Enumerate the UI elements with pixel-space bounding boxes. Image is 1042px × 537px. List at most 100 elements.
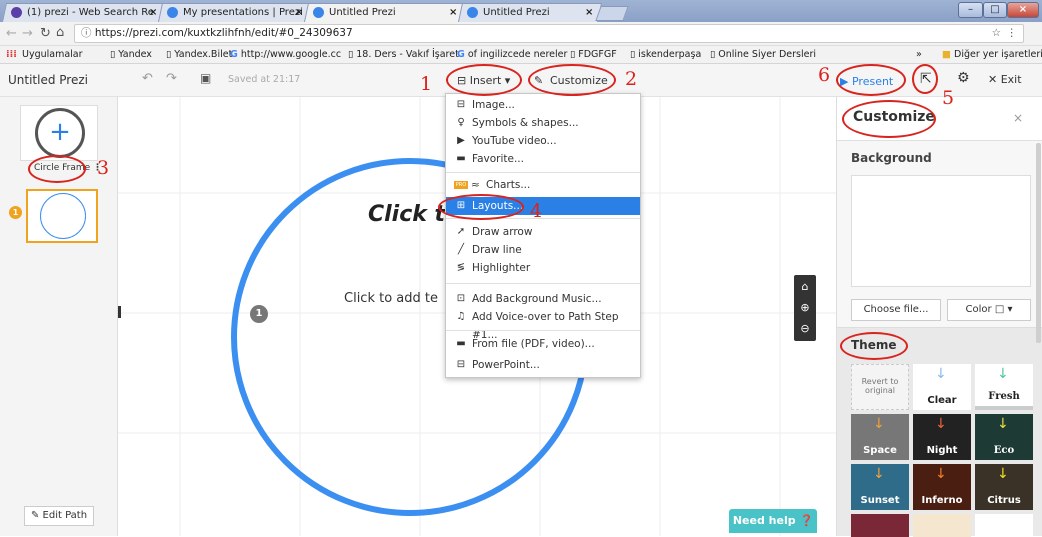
minimize-button[interactable]: – <box>958 2 983 18</box>
theme-sunset[interactable]: ↓ Sunset <box>851 464 909 510</box>
annotation-ellipse-frame <box>28 155 86 183</box>
prezi-favicon-icon <box>167 7 178 18</box>
zoom-out-icon[interactable]: ⊖ <box>794 319 816 339</box>
menu-item-highlighter[interactable]: ≶ Highlighter <box>446 259 640 277</box>
add-frame-button[interactable]: + <box>20 105 98 161</box>
edit-path-button[interactable]: ✎ Edit Path <box>24 506 94 526</box>
menu-item-youtube[interactable]: ▶ YouTube video... <box>446 132 640 150</box>
redo-icon[interactable]: ↷ <box>166 71 177 86</box>
theme-inferno[interactable]: ↓ Inferno <box>913 464 971 510</box>
color-picker-button[interactable]: Color □ ▾ <box>947 299 1031 321</box>
theme-clear[interactable]: ↓ Clear <box>913 364 971 410</box>
bookmark-item[interactable]: G of ingilizcede nereler <box>457 46 567 63</box>
gear-icon[interactable]: ⚙ <box>957 70 970 86</box>
close-panel-icon[interactable]: × <box>1013 111 1023 125</box>
menu-item-draw-arrow[interactable]: ➚ Draw arrow <box>446 223 640 241</box>
line-icon: ╱ <box>457 244 465 255</box>
menu-item-symbols[interactable]: ♀ Symbols & shapes... <box>446 114 640 132</box>
close-icon: ✕ <box>988 73 998 86</box>
choose-file-button[interactable]: Choose file... <box>851 299 941 321</box>
panel-scrollbar[interactable] <box>1036 143 1041 343</box>
arrow-icon: ↓ <box>935 466 947 482</box>
menu-item-voiceover[interactable]: ♫ Add Voice-over to Path Step #1... <box>446 308 640 341</box>
background-label: Background <box>851 151 932 165</box>
menu-item-powerpoint[interactable]: ⊟ PowerPoint... <box>446 356 640 374</box>
prezi-favicon-icon <box>467 7 478 18</box>
voiceover-icon: ♫ <box>456 311 466 322</box>
path-step-marker[interactable]: 1 <box>250 305 268 323</box>
path-step-thumbnail[interactable] <box>26 189 98 243</box>
menu-item-charts[interactable]: PRO ≈ Charts... <box>446 176 640 194</box>
presentation-title[interactable]: Untitled Prezi <box>8 73 88 87</box>
theme-more[interactable] <box>975 514 1033 537</box>
close-tab-icon[interactable]: × <box>449 4 457 21</box>
menu-item-background-music[interactable]: ⊡ Add Background Music... <box>446 290 640 308</box>
star-icon[interactable]: ☆ <box>992 25 1001 42</box>
bookmark-item[interactable]: ▯ FDGFGF <box>570 46 617 63</box>
theme-eco[interactable]: ↓ Eco <box>975 414 1033 460</box>
title-placeholder[interactable]: Click t <box>368 202 445 227</box>
close-tab-icon[interactable]: × <box>295 4 303 21</box>
arrow-icon: ↓ <box>997 366 1009 382</box>
back-icon[interactable]: ← <box>6 26 17 41</box>
customize-panel: Customize × Background Choose file... Co… <box>836 97 1042 537</box>
zoom-in-icon[interactable]: ⊕ <box>794 298 816 318</box>
menu-item-image[interactable]: ⊟ Image... <box>446 96 640 114</box>
menu-item-draw-line[interactable]: ╱ Draw line <box>446 241 640 259</box>
yahoo-favicon-icon <box>11 7 22 18</box>
panel-collapse-handle[interactable] <box>118 306 121 318</box>
arrow-icon: ↓ <box>997 466 1009 482</box>
menu-item-favorite[interactable]: ▬ Favorite... <box>446 150 640 168</box>
arrow-icon: ➚ <box>456 226 466 237</box>
other-bookmarks[interactable]: ■ Diğer yer işaretleri <box>942 46 1042 63</box>
bookmark-item[interactable]: ▯ Yandex.Bilet <box>166 46 232 63</box>
theme-more[interactable] <box>913 514 971 537</box>
bookmark-item[interactable]: ▯ Yandex <box>110 46 152 63</box>
reload-icon[interactable]: ↻ <box>40 26 51 41</box>
theme-citrus[interactable]: ↓ Citrus <box>975 464 1033 510</box>
undo-icon[interactable]: ↶ <box>142 71 153 86</box>
window-close-button[interactable]: × <box>1007 2 1039 18</box>
menu-dots-icon[interactable]: ⋮ <box>1007 25 1018 42</box>
address-bar-row: ← → ↻ ⌂ ⓘ https://prezi.com/kuxtkzlihfnh… <box>0 22 1042 46</box>
arrow-icon: ↓ <box>935 416 947 432</box>
home-icon[interactable]: ⌂ <box>56 25 64 40</box>
maximize-button[interactable]: □ <box>983 2 1007 18</box>
menu-divider <box>446 172 640 173</box>
exit-button[interactable]: ✕ Exit <box>988 73 1022 86</box>
bookmark-item[interactable]: ▯ iskenderpaşa <box>630 46 701 63</box>
browser-tab-my-presentations[interactable]: My presentations | Prezi × <box>157 3 313 22</box>
theme-revert[interactable]: Revert to original <box>851 364 909 410</box>
bookmark-item[interactable]: ▯ 18. Ders - Vakıf İşaret <box>348 46 459 63</box>
body-placeholder[interactable]: Click to add te <box>344 291 438 306</box>
theme-more[interactable] <box>851 514 909 537</box>
charts-icon: ≈ <box>471 179 480 191</box>
new-tab-button[interactable] <box>595 6 629 21</box>
need-help-button[interactable]: Need help ❓ <box>729 509 817 533</box>
arrow-icon: ↓ <box>935 366 947 382</box>
menu-divider <box>446 330 640 331</box>
url-input[interactable]: ⓘ https://prezi.com/kuxtkzlihfnh/edit/#0… <box>74 24 1024 43</box>
browser-tab-search[interactable]: (1) prezi - Web Search Re × <box>1 3 167 22</box>
annotation-ellipse-theme <box>840 332 908 360</box>
forward-icon[interactable]: → <box>22 26 33 41</box>
save-icon[interactable]: ▣ <box>200 71 211 85</box>
close-tab-icon[interactable]: × <box>585 4 593 21</box>
background-preview <box>851 175 1031 287</box>
bookmark-item[interactable]: Uygulamalar <box>22 46 83 63</box>
bookmark-item[interactable]: ▯ Online Siyer Dersleri <box>710 46 816 63</box>
browser-tab-untitled-active[interactable]: Untitled Prezi × <box>303 3 467 22</box>
bookmarks-overflow[interactable]: » <box>916 46 922 63</box>
annotation-number-1: 1 <box>420 73 433 95</box>
browser-tab-untitled[interactable]: Untitled Prezi × <box>457 3 603 22</box>
menu-item-from-file[interactable]: ▬ From file (PDF, video)... <box>446 335 640 353</box>
close-tab-icon[interactable]: × <box>149 4 157 21</box>
theme-night[interactable]: ↓ Night <box>913 414 971 460</box>
music-icon: ⊡ <box>456 293 466 304</box>
favorite-icon: ▬ <box>456 153 466 164</box>
theme-fresh[interactable]: ↓ Fresh <box>975 364 1033 410</box>
annotation-number-2: 2 <box>625 68 638 90</box>
theme-space[interactable]: ↓ Space <box>851 414 909 460</box>
home-zoom-icon[interactable]: ⌂ <box>794 277 816 297</box>
bookmark-item[interactable]: G http://www.google.cc <box>230 46 341 63</box>
